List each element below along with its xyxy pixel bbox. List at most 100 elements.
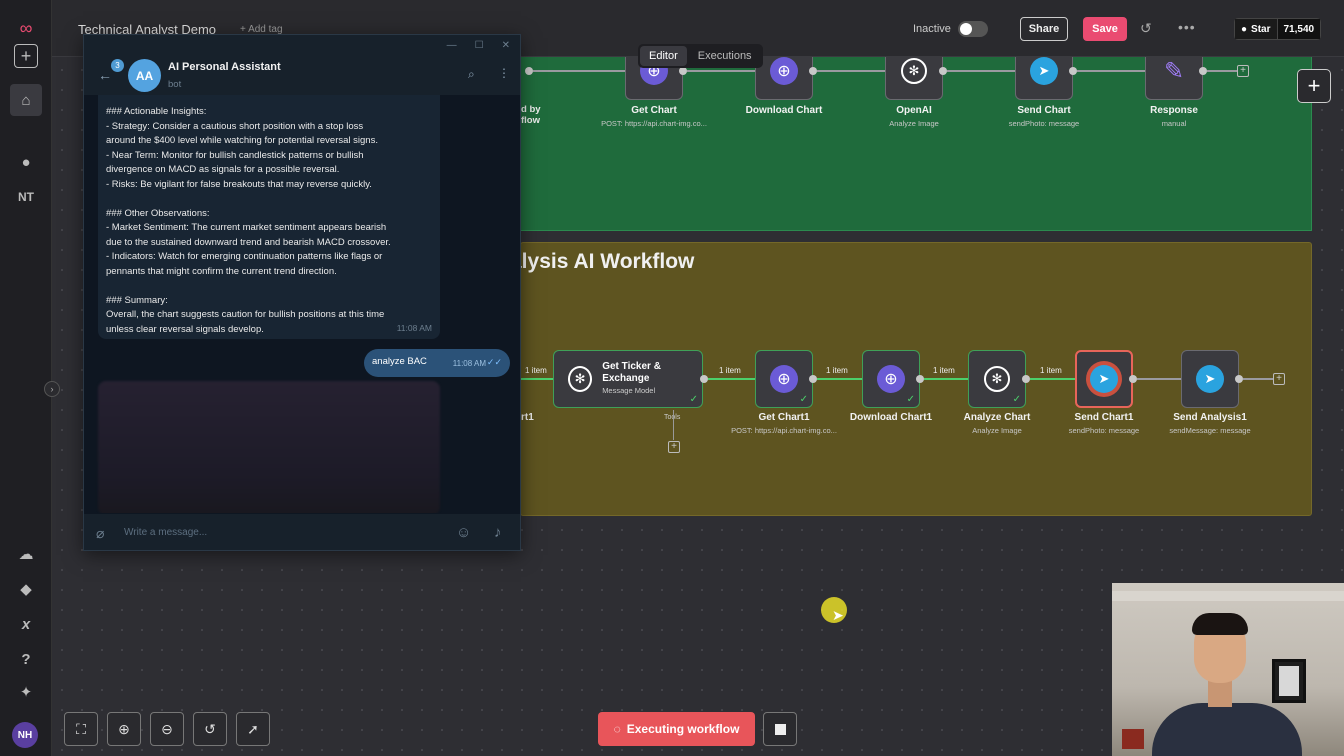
node-label: Send Analysis1 <box>1173 412 1247 423</box>
node-get-ticker-exchange[interactable]: ✻ Get Ticker & Exchange Message Model ✓ <box>553 350 703 408</box>
templates-icon[interactable]: ◆ <box>10 573 42 605</box>
presenter-neck <box>1208 679 1232 707</box>
user-icon[interactable]: ● <box>10 146 42 178</box>
share-button[interactable]: Share <box>1020 17 1068 41</box>
item-count-label: 1 item <box>826 366 848 375</box>
globe-icon: ⊕ <box>877 365 905 393</box>
globe-icon: ⊕ <box>770 365 798 393</box>
github-star-button[interactable]: ● Star 71,540 <box>1234 18 1322 40</box>
webcam-overlay <box>1112 583 1344 756</box>
connection <box>817 70 885 72</box>
output-dot[interactable] <box>679 67 687 75</box>
cursor-icon: ➚ <box>247 720 259 737</box>
reset-zoom-button[interactable]: ↺ <box>193 712 227 746</box>
zoom-out-icon: ⊖ <box>161 720 173 737</box>
search-icon[interactable]: ⌕ <box>468 67 475 82</box>
history-icon[interactable]: ↺ <box>1140 20 1152 37</box>
item-count-label: 1 item <box>525 366 547 375</box>
connection <box>1207 70 1237 72</box>
output-dot[interactable] <box>525 67 533 75</box>
more-options-icon[interactable]: ••• <box>1178 19 1196 35</box>
home-icon[interactable]: ⌂ <box>10 84 42 116</box>
github-icon: ● <box>1241 23 1248 35</box>
node-label: Get Ticker & Exchange <box>602 361 661 384</box>
emoji-icon[interactable]: ☺ <box>456 524 471 541</box>
stop-execution-button[interactable] <box>763 712 797 746</box>
create-plus-icon[interactable]: + <box>14 44 38 68</box>
shelf <box>1112 591 1344 601</box>
output-dot[interactable] <box>1129 375 1137 383</box>
connection <box>947 70 1015 72</box>
attach-icon[interactable]: ⌀ <box>96 525 104 542</box>
telegram-icon: ➤ <box>1196 365 1224 393</box>
variables-icon[interactable]: x <box>10 608 42 640</box>
minimize-icon[interactable]: — <box>447 40 457 51</box>
node-subtitle: sendMessage: message <box>1169 426 1251 435</box>
node-send-chart1[interactable]: ➤ <box>1075 350 1133 408</box>
node-send-analysis1[interactable]: ➤ <box>1181 350 1239 408</box>
connection <box>521 378 553 380</box>
add-node-panel-button[interactable]: + <box>1297 69 1331 103</box>
tab-executions[interactable]: Executions <box>689 46 761 66</box>
node-download-chart1[interactable]: ⊕ ✓ <box>862 350 920 408</box>
chat-name[interactable]: AI Personal Assistant <box>168 61 281 73</box>
avatar[interactable]: AA <box>128 59 161 92</box>
n8n-logo-icon[interactable]: ∞ <box>10 12 42 44</box>
check-icon: ✓ <box>689 394 698 405</box>
output-dot[interactable] <box>939 67 947 75</box>
tab-editor[interactable]: Editor <box>640 46 687 66</box>
maximize-icon[interactable]: ☐ <box>475 40 484 51</box>
executing-workflow-button[interactable]: ◌ Executing workflow <box>598 712 755 746</box>
active-toggle[interactable] <box>958 21 988 37</box>
output-dot[interactable] <box>1199 67 1207 75</box>
back-arrow-icon[interactable]: ← <box>98 67 112 83</box>
menu-icon[interactable]: ⋮ <box>498 66 510 80</box>
save-button[interactable]: Save <box>1083 17 1127 41</box>
output-dot[interactable] <box>916 375 924 383</box>
message-time: 11:08 AM <box>396 322 432 333</box>
sticky-note-title: alysis AI Workflow <box>510 250 695 273</box>
zoom-out-button[interactable]: ⊖ <box>150 712 184 746</box>
output-dot[interactable] <box>809 375 817 383</box>
microphone-icon[interactable]: ♪ <box>494 524 502 541</box>
sidebar-collapse-icon[interactable]: › <box>44 381 60 397</box>
node-analyze-chart[interactable]: ✻ ✓ <box>968 350 1026 408</box>
output-dot[interactable] <box>1022 375 1030 383</box>
output-dot[interactable] <box>1235 375 1243 383</box>
output-dot[interactable] <box>809 67 817 75</box>
item-count-label: 1 item <box>933 366 955 375</box>
node-get-chart1[interactable]: ⊕ ✓ <box>755 350 813 408</box>
node-subtitle: sendPhoto: message <box>1008 119 1080 128</box>
output-dot[interactable] <box>700 375 708 383</box>
add-node-button[interactable]: + <box>1237 65 1249 77</box>
outgoing-message: analyze BAC 11:08 AM ✓✓ <box>364 349 510 377</box>
background-object <box>1122 729 1144 749</box>
presenter-hair <box>1192 613 1248 635</box>
add-tool-button[interactable]: + <box>668 441 680 453</box>
output-dot[interactable] <box>1069 67 1077 75</box>
project-nt[interactable]: NT <box>10 181 42 213</box>
item-count-label: 1 item <box>1040 366 1062 375</box>
check-icon: ✓ <box>1012 394 1021 405</box>
close-window-icon[interactable]: ✕ <box>502 40 510 51</box>
cloud-icon[interactable]: ☁ <box>10 538 42 570</box>
fit-view-button[interactable]: ⛶ <box>64 712 98 746</box>
gift-icon[interactable]: ✦ <box>10 676 42 708</box>
partial-node-label: rt1 <box>521 412 534 423</box>
unread-badge: 3 <box>111 59 124 72</box>
github-star-label: Star <box>1251 23 1271 35</box>
connection <box>708 378 755 380</box>
zoom-in-icon: ⊕ <box>118 720 130 737</box>
tidy-up-button[interactable]: ➚ <box>236 712 270 746</box>
message-input[interactable]: Write a message... <box>124 527 207 538</box>
chat-messages[interactable]: ### Actionable Insights: - Strategy: Con… <box>84 95 520 515</box>
connection <box>533 70 625 72</box>
message-time: 11:08 AM <box>452 359 486 368</box>
spinner-icon: ◌ <box>613 722 621 736</box>
openai-icon: ✻ <box>901 58 927 84</box>
incoming-message: ### Actionable Insights: - Strategy: Con… <box>98 95 440 339</box>
help-icon[interactable]: ? <box>10 643 42 675</box>
add-node-button[interactable]: + <box>1273 373 1285 385</box>
avatar[interactable]: NH <box>12 722 38 748</box>
zoom-in-button[interactable]: ⊕ <box>107 712 141 746</box>
